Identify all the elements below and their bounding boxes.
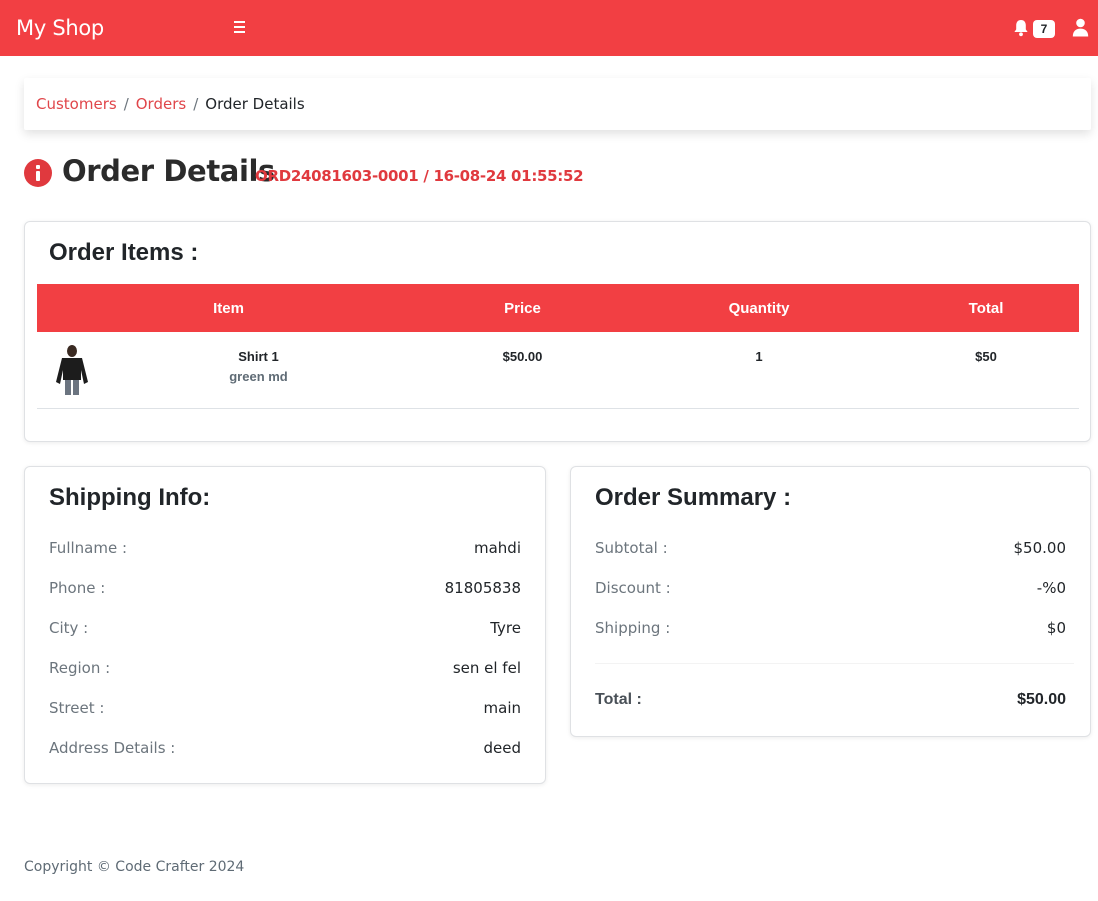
- item-price: $50.00: [420, 332, 625, 409]
- field-label: Fullname :: [49, 539, 128, 557]
- footer-copyright: Copyright © Code Crafter 2024: [24, 859, 245, 875]
- shipping-phone-row: Phone : 81805838: [49, 579, 521, 599]
- summary-subtotal-row: Subtotal : $50.00: [595, 539, 1066, 559]
- product-thumbnail[interactable]: [53, 344, 91, 396]
- field-value: mahdi: [474, 539, 521, 557]
- breadcrumb-customers-link[interactable]: Customers: [36, 95, 117, 113]
- field-value: deed: [483, 739, 522, 757]
- shipping-fullname-row: Fullname : mahdi: [49, 539, 521, 559]
- breadcrumb-separator: /: [123, 95, 129, 113]
- field-label: Discount :: [595, 579, 671, 597]
- shipping-street-row: Street : main: [49, 699, 521, 719]
- column-header-price: Price: [420, 284, 625, 332]
- total-value: $50.00: [1017, 691, 1066, 708]
- field-label: City :: [49, 619, 89, 637]
- field-label: Street :: [49, 699, 105, 717]
- breadcrumb-current: Order Details: [205, 95, 305, 113]
- order-items-table: Item Price Quantity Total Shirt 1 green …: [37, 284, 1079, 409]
- field-value: 81805838: [444, 579, 521, 597]
- summary-shipping-row: Shipping : $0: [595, 619, 1066, 639]
- field-label: Subtotal :: [595, 539, 668, 557]
- field-label: Phone :: [49, 579, 106, 597]
- breadcrumb-separator: /: [193, 95, 199, 113]
- column-header-item: Item: [37, 284, 420, 332]
- field-value: Tyre: [490, 619, 521, 637]
- field-value: main: [483, 699, 521, 717]
- order-summary-card: Order Summary : Subtotal : $50.00 Discou…: [570, 466, 1091, 737]
- order-items-title: Order Items :: [49, 239, 199, 266]
- field-value: $0: [1046, 619, 1066, 637]
- summary-total-row: Total : $50.00: [595, 691, 1066, 711]
- table-header-row: Item Price Quantity Total: [37, 284, 1079, 332]
- shipping-city-row: City : Tyre: [49, 619, 521, 639]
- hamburger-icon[interactable]: [232, 18, 248, 36]
- shipping-info-title: Shipping Info:: [49, 484, 211, 511]
- field-value: $50.00: [1013, 539, 1067, 557]
- brand-logo[interactable]: My Shop: [16, 16, 104, 40]
- item-variant: green md: [229, 369, 288, 384]
- shipping-info-card: Shipping Info: Fullname : mahdi Phone : …: [24, 466, 546, 784]
- breadcrumb: Customers / Orders / Order Details: [36, 95, 305, 113]
- bell-icon[interactable]: [1013, 19, 1029, 37]
- field-label: Shipping :: [595, 619, 671, 637]
- field-label: Address Details :: [49, 739, 176, 757]
- field-label: Region :: [49, 659, 111, 677]
- top-navbar: My Shop 7: [0, 0, 1098, 56]
- item-cell: Shirt 1 green md: [37, 332, 420, 409]
- shipping-region-row: Region : sen el fel: [49, 659, 521, 679]
- item-name: Shirt 1: [238, 349, 279, 364]
- column-header-total: Total: [893, 284, 1079, 332]
- total-label: Total :: [595, 691, 642, 708]
- page-title: Order Details: [62, 154, 275, 188]
- order-summary-title: Order Summary :: [595, 484, 792, 511]
- info-circle-icon: [24, 159, 52, 187]
- field-value: sen el fel: [452, 659, 521, 677]
- notification-count-badge: 7: [1033, 20, 1055, 38]
- summary-divider: [595, 663, 1074, 664]
- shipping-address-details-row: Address Details : deed: [49, 739, 521, 759]
- table-row: Shirt 1 green md $50.00 1 $50: [37, 332, 1079, 409]
- user-icon[interactable]: [1072, 18, 1089, 37]
- order-reference: ORD24081603-0001 / 16-08-24 01:55:52: [255, 167, 584, 185]
- item-quantity: 1: [625, 332, 893, 409]
- column-header-quantity: Quantity: [625, 284, 893, 332]
- field-value: -%0: [1036, 579, 1066, 597]
- item-total: $50: [893, 332, 1079, 409]
- breadcrumb-orders-link[interactable]: Orders: [136, 95, 186, 113]
- summary-discount-row: Discount : -%0: [595, 579, 1066, 599]
- breadcrumb-card: Customers / Orders / Order Details: [24, 78, 1091, 130]
- order-items-card: Order Items : Item Price Quantity Total: [24, 221, 1091, 442]
